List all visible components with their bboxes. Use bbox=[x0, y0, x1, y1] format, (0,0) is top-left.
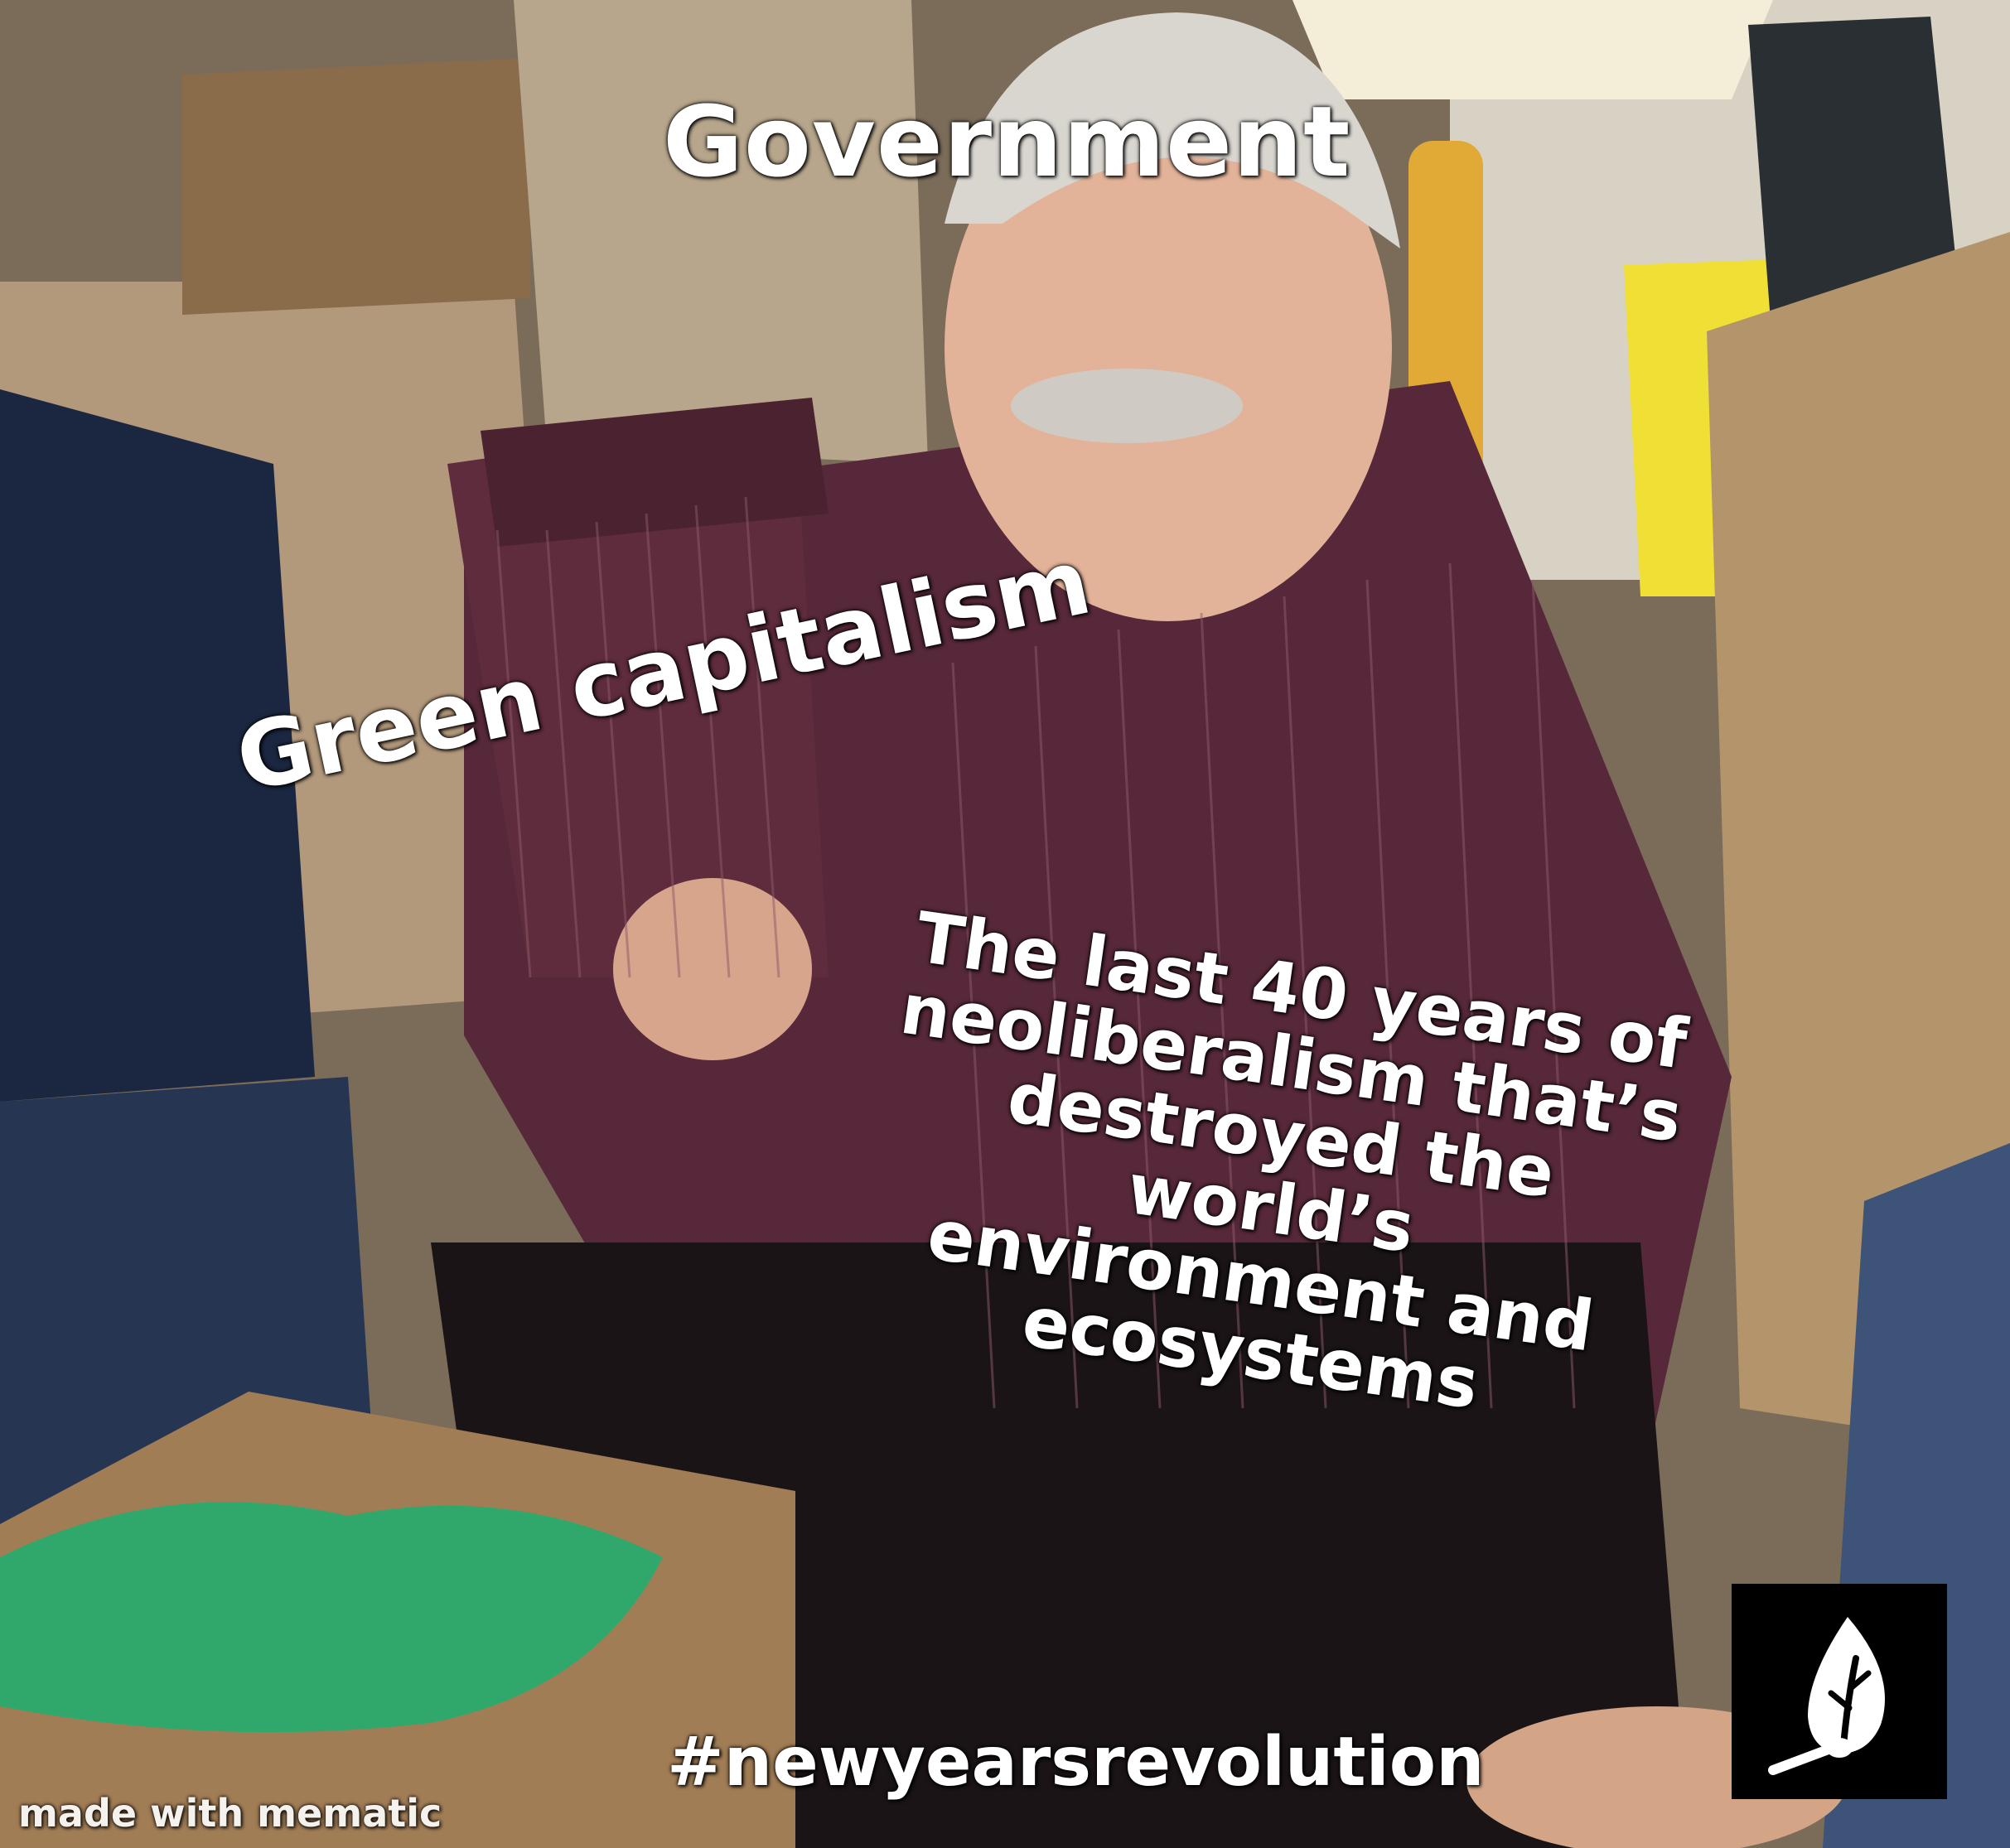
logo-badge bbox=[1732, 1584, 1947, 1799]
caption-government: Government bbox=[663, 84, 1351, 199]
meme-image: Government Green capitalism The last 40 … bbox=[0, 0, 2010, 1848]
leaf-match-icon bbox=[1768, 1617, 1885, 1775]
caption-hashtag: #newyearsrevolution bbox=[667, 1723, 1485, 1802]
mematic-watermark: made with mematic bbox=[18, 1791, 442, 1836]
